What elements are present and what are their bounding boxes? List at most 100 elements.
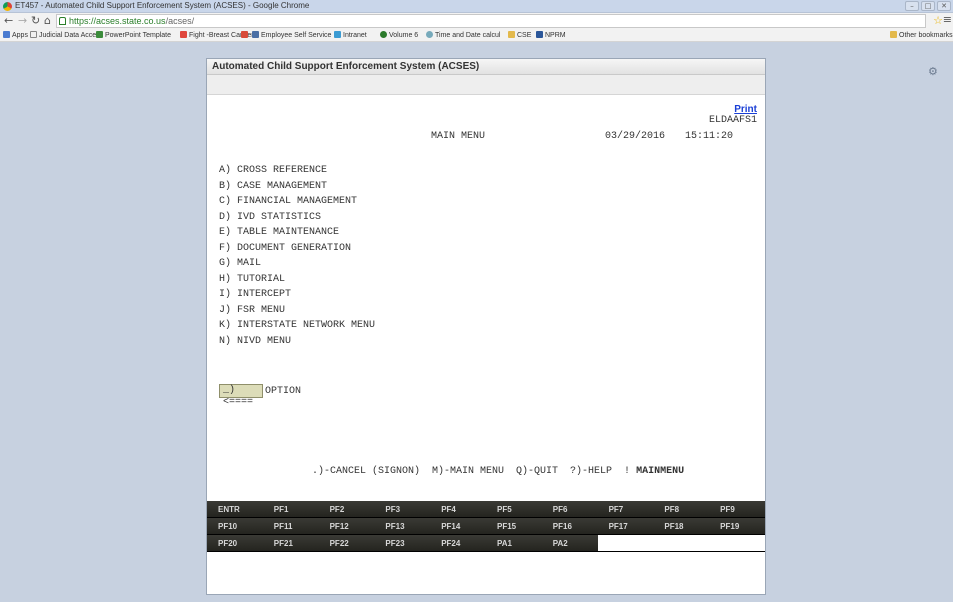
pf-key-pf22[interactable]: PF22 — [318, 535, 375, 551]
option-label: OPTION — [265, 385, 302, 397]
address-toolbar: ← → ↻ ⌂ https://acses.state.co.us/acses/… — [0, 13, 953, 30]
close-icon[interactable]: ✕ — [937, 1, 951, 11]
window-controls: – □ ✕ — [905, 1, 951, 11]
screen-id: ELDAAFS1 — [708, 115, 757, 126]
pf-key-pf20[interactable]: PF20 — [207, 535, 263, 551]
back-icon[interactable]: ← — [4, 14, 13, 28]
panel-toolbar — [207, 75, 765, 95]
acses-panel: Automated Child Support Enforcement Syst… — [206, 58, 766, 595]
pf-key-pf8[interactable]: PF8 — [653, 501, 709, 517]
chrome-icon — [3, 2, 12, 11]
maximize-icon[interactable]: □ — [921, 1, 935, 11]
reload-icon[interactable]: ↻ — [31, 14, 40, 28]
url-path: /acses/ — [165, 16, 195, 26]
pf-key-pf23[interactable]: PF23 — [374, 535, 431, 551]
menu-item-document-generation: F) DOCUMENT GENERATION — [219, 242, 352, 254]
google-g-icon — [180, 31, 187, 38]
bookmark-gmail[interactable] — [241, 31, 250, 41]
bookmark-cse[interactable]: CSE — [508, 31, 531, 41]
pf-key-entr[interactable]: ENTR — [207, 501, 263, 517]
menu-item-mail: G) MAIL — [219, 258, 262, 269]
bookmark-intranet[interactable]: Intranet — [334, 31, 367, 41]
pf-key-pf12[interactable]: PF12 — [319, 518, 375, 534]
bookmark-ess[interactable]: Employee Self Service — [252, 31, 331, 41]
bookmark-time-date[interactable]: Time and Date calcul — [426, 31, 501, 41]
bookmark-star-icon[interactable]: ☆ — [933, 14, 943, 27]
pf-key-pf17[interactable]: PF17 — [598, 518, 654, 534]
pf-key-pf5[interactable]: PF5 — [486, 501, 542, 517]
bookmark-volume6[interactable]: Volume 6 — [380, 31, 418, 41]
menu-item-cross-reference: A) CROSS REFERENCE — [219, 165, 328, 176]
print-link[interactable]: Print — [734, 104, 757, 115]
window-title: ET457 - Automated Child Support Enforcem… — [15, 1, 310, 10]
bookmark-other[interactable]: Other bookmarks — [890, 31, 953, 41]
clock-icon — [426, 31, 433, 38]
screen-title: MAIN MENU — [431, 131, 486, 142]
pf-key-pf9[interactable]: PF9 — [709, 501, 765, 517]
pf-key-pf10[interactable]: PF10 — [207, 518, 263, 534]
pf-row-2: PF10 PF11 PF12 PF13 PF14 PF15 PF16 PF17 … — [207, 518, 765, 535]
main-menu-list: A) CROSS REFERENCE B) CASE MANAGEMENT C)… — [219, 163, 375, 349]
pf-key-bar: ENTR PF1 PF2 PF3 PF4 PF5 PF6 PF7 PF8 PF9… — [207, 501, 765, 552]
screen-date: 03/29/2016 — [605, 131, 666, 142]
pf-key-pf7[interactable]: PF7 — [598, 501, 654, 517]
pf-key-pf14[interactable]: PF14 — [430, 518, 486, 534]
pf-row-1: ENTR PF1 PF2 PF3 PF4 PF5 PF6 PF7 PF8 PF9 — [207, 501, 765, 518]
option-input[interactable]: _) <==== — [219, 384, 263, 408]
doc-icon — [536, 31, 543, 38]
menu-item-ivd-statistics: D) IVD STATISTICS — [219, 211, 322, 223]
pf-key-pf4[interactable]: PF4 — [430, 501, 486, 517]
pf-key-pf3[interactable]: PF3 — [374, 501, 430, 517]
pf-key-pf15[interactable]: PF15 — [486, 518, 542, 534]
url-host: https://acses.state.co.us — [69, 16, 166, 26]
function-hint-text: .)-CANCEL (SIGNON) M)-MAIN MENU Q)-QUIT … — [312, 466, 631, 477]
bookmark-powerpoint[interactable]: PowerPoint Template — [96, 31, 171, 41]
gmail-icon — [241, 31, 248, 38]
page-content: ⚙ Automated Child Support Enforcement Sy… — [0, 43, 953, 602]
pf-row-3: PF20 PF21 PF22 PF23 PF24 PA1 PA2 — [207, 535, 765, 552]
function-hints: .)-CANCEL (SIGNON) M)-MAIN MENU Q)-QUIT … — [312, 466, 684, 477]
pf-key-pf1[interactable]: PF1 — [263, 501, 319, 517]
menu-item-case-management: B) CASE MANAGEMENT — [219, 180, 328, 192]
folder-icon — [890, 31, 897, 38]
chrome-menu-icon[interactable]: ≡ — [943, 13, 952, 26]
current-screen-code: MAINMENU — [636, 466, 685, 477]
menu-item-interstate-network: K) INTERSTATE NETWORK MENU — [219, 320, 376, 331]
bookmarks-bar: Apps Judicial Data Access PowerPoint Tem… — [0, 30, 953, 42]
panel-title: Automated Child Support Enforcement Syst… — [207, 59, 765, 75]
folder-icon — [508, 31, 515, 38]
menu-item-intercept: I) INTERCEPT — [219, 289, 292, 300]
pf-key-pf21[interactable]: PF21 — [262, 535, 319, 551]
bookmark-apps[interactable]: Apps — [3, 31, 28, 41]
pf-key-pf19[interactable]: PF19 — [709, 518, 765, 534]
apps-grid-icon — [3, 31, 10, 38]
page-icon — [30, 31, 37, 38]
pf-row-filler — [597, 535, 765, 551]
bookmark-judicial[interactable]: Judicial Data Access — [30, 31, 103, 41]
pf-key-pf24[interactable]: PF24 — [430, 535, 486, 551]
pf-key-pf6[interactable]: PF6 — [542, 501, 598, 517]
window-icon — [334, 31, 341, 38]
pf-key-pa1[interactable]: PA1 — [485, 535, 542, 551]
bookmark-nprm[interactable]: NPRM — [536, 31, 566, 41]
person-icon — [96, 31, 103, 38]
url-field[interactable]: https://acses.state.co.us/acses/ — [56, 14, 926, 28]
gear-icon[interactable]: ⚙ — [928, 65, 938, 78]
pf-key-pf18[interactable]: PF18 — [653, 518, 709, 534]
home-icon[interactable]: ⌂ — [44, 14, 51, 28]
forward-icon[interactable]: → — [18, 14, 27, 28]
pf-key-pf11[interactable]: PF11 — [263, 518, 319, 534]
circle-icon — [380, 31, 387, 38]
pf-key-pf16[interactable]: PF16 — [542, 518, 598, 534]
window-titlebar: ET457 - Automated Child Support Enforcem… — [0, 0, 953, 13]
minimize-icon[interactable]: – — [905, 1, 919, 11]
option-row: _) <==== OPTION — [219, 384, 302, 408]
menu-item-nivd-menu: N) NIVD MENU — [219, 335, 292, 347]
window-icon — [252, 31, 259, 38]
menu-item-financial-management: C) FINANCIAL MANAGEMENT — [219, 196, 358, 207]
pf-key-pa2[interactable]: PA2 — [541, 535, 598, 551]
pf-key-pf13[interactable]: PF13 — [374, 518, 430, 534]
pf-key-pf2[interactable]: PF2 — [319, 501, 375, 517]
screen-time: 15:11:20 — [685, 131, 734, 142]
menu-item-table-maintenance: E) TABLE MAINTENANCE — [219, 227, 340, 238]
